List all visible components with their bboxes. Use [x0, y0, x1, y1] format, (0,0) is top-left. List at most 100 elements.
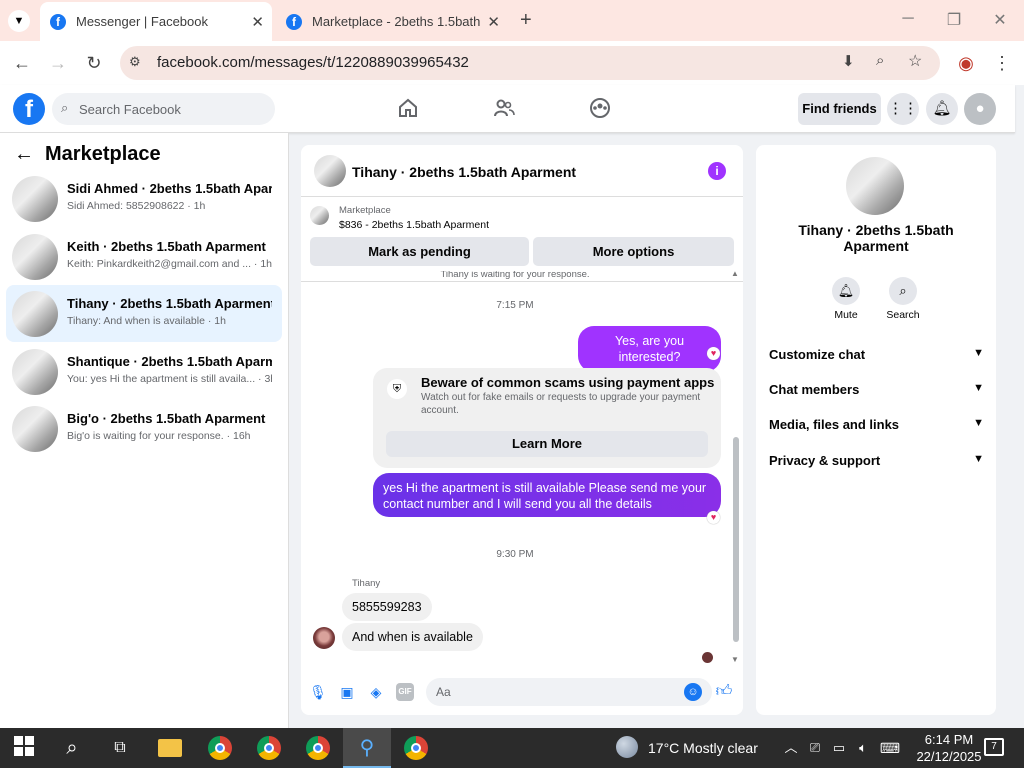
listing-thumbnail [12, 234, 58, 280]
scroll-up-icon[interactable]: ▲ [731, 271, 739, 278]
friends-icon[interactable] [493, 97, 517, 121]
windows-start-icon[interactable] [12, 736, 36, 760]
sticker-icon[interactable]: ◈ [367, 683, 385, 701]
conversation-preview: Tihany: And when is available · 1h [67, 315, 226, 327]
learn-more-button[interactable]: Learn More [386, 431, 708, 457]
tab-messenger[interactable]: f Messenger | Facebook ✕ [40, 2, 272, 41]
listing-thumbnail [12, 406, 58, 452]
scroll-thumb[interactable] [733, 437, 739, 642]
meet-now-icon[interactable]: ⎚ [803, 736, 827, 760]
message-input[interactable]: Aa ☺ [426, 678, 712, 706]
forward-arrow-icon[interactable]: → [46, 51, 70, 75]
new-tab-button[interactable]: + [520, 9, 532, 32]
file-explorer-icon[interactable] [158, 739, 182, 757]
chrome-icon[interactable] [404, 736, 428, 760]
waiting-notice: Tihany is waiting for your response. [440, 271, 590, 280]
listing-thumbnail[interactable] [314, 155, 346, 187]
network-icon[interactable]: ▭ [827, 736, 851, 760]
reload-icon[interactable]: ↻ [82, 51, 106, 75]
listing-price-title[interactable]: $836 - 2beths 1.5bath Aparment [339, 219, 489, 231]
mute-bell-icon[interactable]: 🔔︎ [832, 277, 860, 305]
close-window-icon[interactable]: ✕ [990, 10, 1010, 30]
info-icon[interactable]: i [708, 162, 726, 180]
minimize-icon[interactable]: ─ [898, 10, 918, 30]
incoming-message[interactable]: 5855599283 [342, 593, 432, 621]
task-view-icon[interactable]: ⧉ [108, 736, 132, 760]
chat-title[interactable]: Tihany · 2beths 1.5bath Aparment [352, 164, 576, 180]
chevron-up-icon[interactable]: ︿ [779, 736, 803, 760]
site-info-icon[interactable]: ⚙ [129, 54, 141, 70]
conversation-item[interactable]: Shantique · 2beths 1.5bath Aparm... You:… [6, 343, 282, 400]
volume-icon[interactable]: 🔈︎ [851, 736, 875, 760]
heart-reaction-icon: ♥ [707, 347, 720, 360]
chrome-icon[interactable] [208, 736, 232, 760]
privacy-support-section[interactable]: Privacy & support ▼ [769, 453, 984, 468]
avatar[interactable]: ● [964, 93, 996, 125]
back-arrow-icon[interactable]: ← [10, 51, 34, 75]
find-friends-button[interactable]: Find friends [798, 93, 881, 125]
browser-menu-icon[interactable]: ⋮ [990, 51, 1014, 75]
close-tab-icon[interactable]: ✕ [487, 13, 500, 31]
gif-icon[interactable]: GIF [396, 683, 414, 701]
keyboard-icon[interactable]: ⌨ [878, 736, 902, 760]
search-placeholder: Search Facebook [79, 102, 181, 117]
conversation-item-selected[interactable]: Tihany · 2beths 1.5bath Aparment Tihany:… [6, 285, 282, 342]
facebook-favicon-icon: f [286, 13, 302, 30]
message-list[interactable]: Tihany is waiting for your response. 7:1… [301, 271, 743, 673]
microphone-icon[interactable]: 🎙︎ [309, 683, 327, 701]
back-arrow-icon[interactable]: ← [14, 143, 34, 166]
chrome-icon[interactable] [306, 736, 330, 760]
composer-bar: 🎙︎ ▣ ◈ GIF Aa ☺ 👍︎ [301, 673, 743, 715]
profile-icon[interactable]: ◉ [954, 51, 978, 75]
weather-icon[interactable] [616, 736, 638, 758]
search-label: Search [886, 309, 920, 321]
facebook-favicon-icon: f [50, 13, 66, 30]
media-files-links-section[interactable]: Media, files and links ▼ [769, 417, 984, 432]
avatar [313, 627, 335, 649]
mark-as-pending-button[interactable]: Mark as pending [310, 237, 529, 266]
chat-scrollbar[interactable]: ▲ ▼ [731, 271, 741, 673]
chat-members-section[interactable]: Chat members ▼ [769, 382, 984, 397]
notification-icon[interactable]: 7 [984, 738, 1004, 756]
tab-title: Messenger | Facebook [76, 14, 208, 29]
zoom-icon[interactable]: ⌕ [876, 52, 884, 69]
thumbs-up-icon[interactable]: 👍︎ [715, 683, 733, 701]
chevron-down-icon: ▼ [973, 382, 984, 394]
bookmark-star-icon[interactable]: ☆ [908, 51, 922, 71]
outgoing-message[interactable]: yes Hi the apartment is still available … [373, 473, 721, 517]
close-tab-icon[interactable]: ✕ [251, 13, 264, 31]
home-icon[interactable] [397, 97, 421, 121]
menu-grid-icon[interactable]: ⋮⋮ [887, 93, 919, 125]
photo-icon[interactable]: ▣ [338, 683, 356, 701]
address-bar[interactable]: ⚙ facebook.com/messages/t/12208890399654… [120, 46, 940, 80]
more-options-button[interactable]: More options [533, 237, 734, 266]
browser-tab-bar: ▼ f Messenger | Facebook ✕ f Marketplace… [0, 0, 1024, 41]
outgoing-message[interactable]: Yes, are you interested? [578, 326, 721, 372]
tab-marketplace[interactable]: f Marketplace - 2beths 1.5bath A ✕ [276, 2, 508, 41]
bell-icon[interactable]: 🔔︎ [926, 93, 958, 125]
marketplace-label: Marketplace [339, 205, 391, 216]
conversation-title: Keith · 2beths 1.5bath Aparment [67, 239, 266, 254]
clock[interactable]: 6:14 PM 22/12/2025 [913, 731, 985, 765]
conversation-item[interactable]: Sidi Ahmed · 2beths 1.5bath Apar... Sidi… [6, 170, 282, 227]
restore-icon[interactable]: ❐ [944, 10, 964, 30]
facebook-logo[interactable]: f [13, 93, 45, 125]
conversation-item[interactable]: Big'o · 2beths 1.5bath Aparment Big'o is… [6, 400, 282, 457]
conversation-preview: Big'o is waiting for your response. · 16… [67, 430, 251, 442]
customize-chat-section[interactable]: Customize chat ▼ [769, 347, 984, 362]
search-icon[interactable]: ⌕ [60, 736, 84, 760]
weather-text[interactable]: 17°C Mostly clear [648, 740, 758, 756]
incoming-message[interactable]: And when is available [342, 623, 483, 651]
chrome-icon[interactable] [257, 736, 281, 760]
groups-icon[interactable] [589, 97, 613, 121]
search-icon[interactable]: ⌕ [889, 277, 917, 305]
conversation-item[interactable]: Keith · 2beths 1.5bath Aparment Keith: P… [6, 228, 282, 285]
tab-list-button[interactable]: ▼ [8, 10, 30, 32]
scam-warning-card: ⛨ Beware of common scams using payment a… [373, 368, 721, 468]
emoji-icon[interactable]: ☺ [684, 683, 702, 701]
install-app-icon[interactable]: ⬇ [842, 52, 855, 70]
read-receipt-avatar [702, 652, 713, 663]
app-icon[interactable]: ⚲ [355, 736, 379, 760]
search-input[interactable]: ⌕ Search Facebook [52, 93, 275, 125]
scroll-down-icon[interactable]: ▼ [731, 655, 739, 664]
